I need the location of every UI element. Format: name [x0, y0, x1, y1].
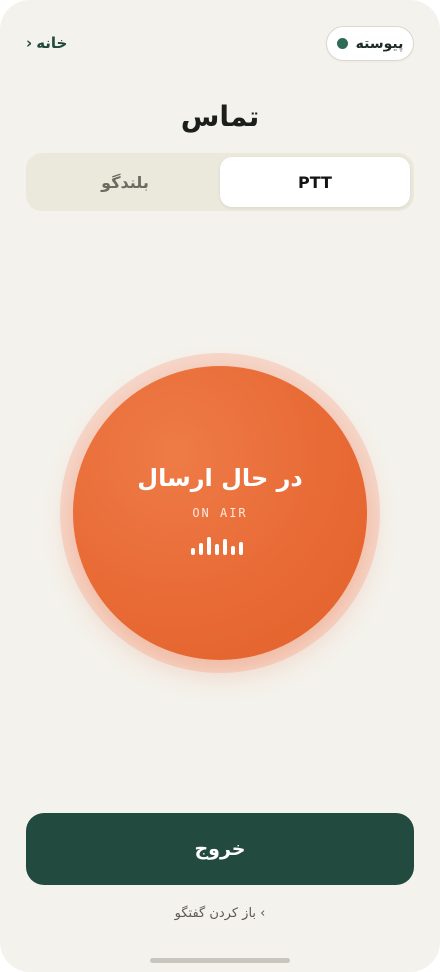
- phone-screen: پیوسته خانه ‹ تماس بلندگو PTT در حال ارس…: [0, 0, 440, 972]
- tab-speaker[interactable]: بلندگو: [30, 157, 220, 207]
- ptt-state-label: در حال ارسال: [137, 464, 303, 492]
- tab-ptt[interactable]: PTT: [220, 157, 410, 207]
- ptt-on-air-label: ON AIR: [192, 506, 248, 520]
- back-home-link[interactable]: خانه ‹: [26, 34, 67, 52]
- open-chat-link[interactable]: › باز کردن گفتگو: [0, 906, 440, 921]
- connection-status-label: پیوسته: [355, 35, 404, 52]
- page-title: تماس: [180, 100, 260, 133]
- connection-status-dot-icon: [336, 38, 348, 49]
- exit-button[interactable]: خروج: [26, 813, 414, 885]
- chevron-left-icon: ‹: [26, 34, 33, 52]
- home-link-label: خانه: [36, 34, 68, 52]
- connection-status-badge: پیوسته: [326, 26, 414, 61]
- home-indicator-bar: [150, 958, 290, 963]
- mode-segmented-control: بلندگو PTT: [26, 153, 414, 211]
- push-to-talk-button[interactable]: در حال ارسال ON AIR: [73, 366, 367, 660]
- sound-wave-icon: [191, 537, 243, 555]
